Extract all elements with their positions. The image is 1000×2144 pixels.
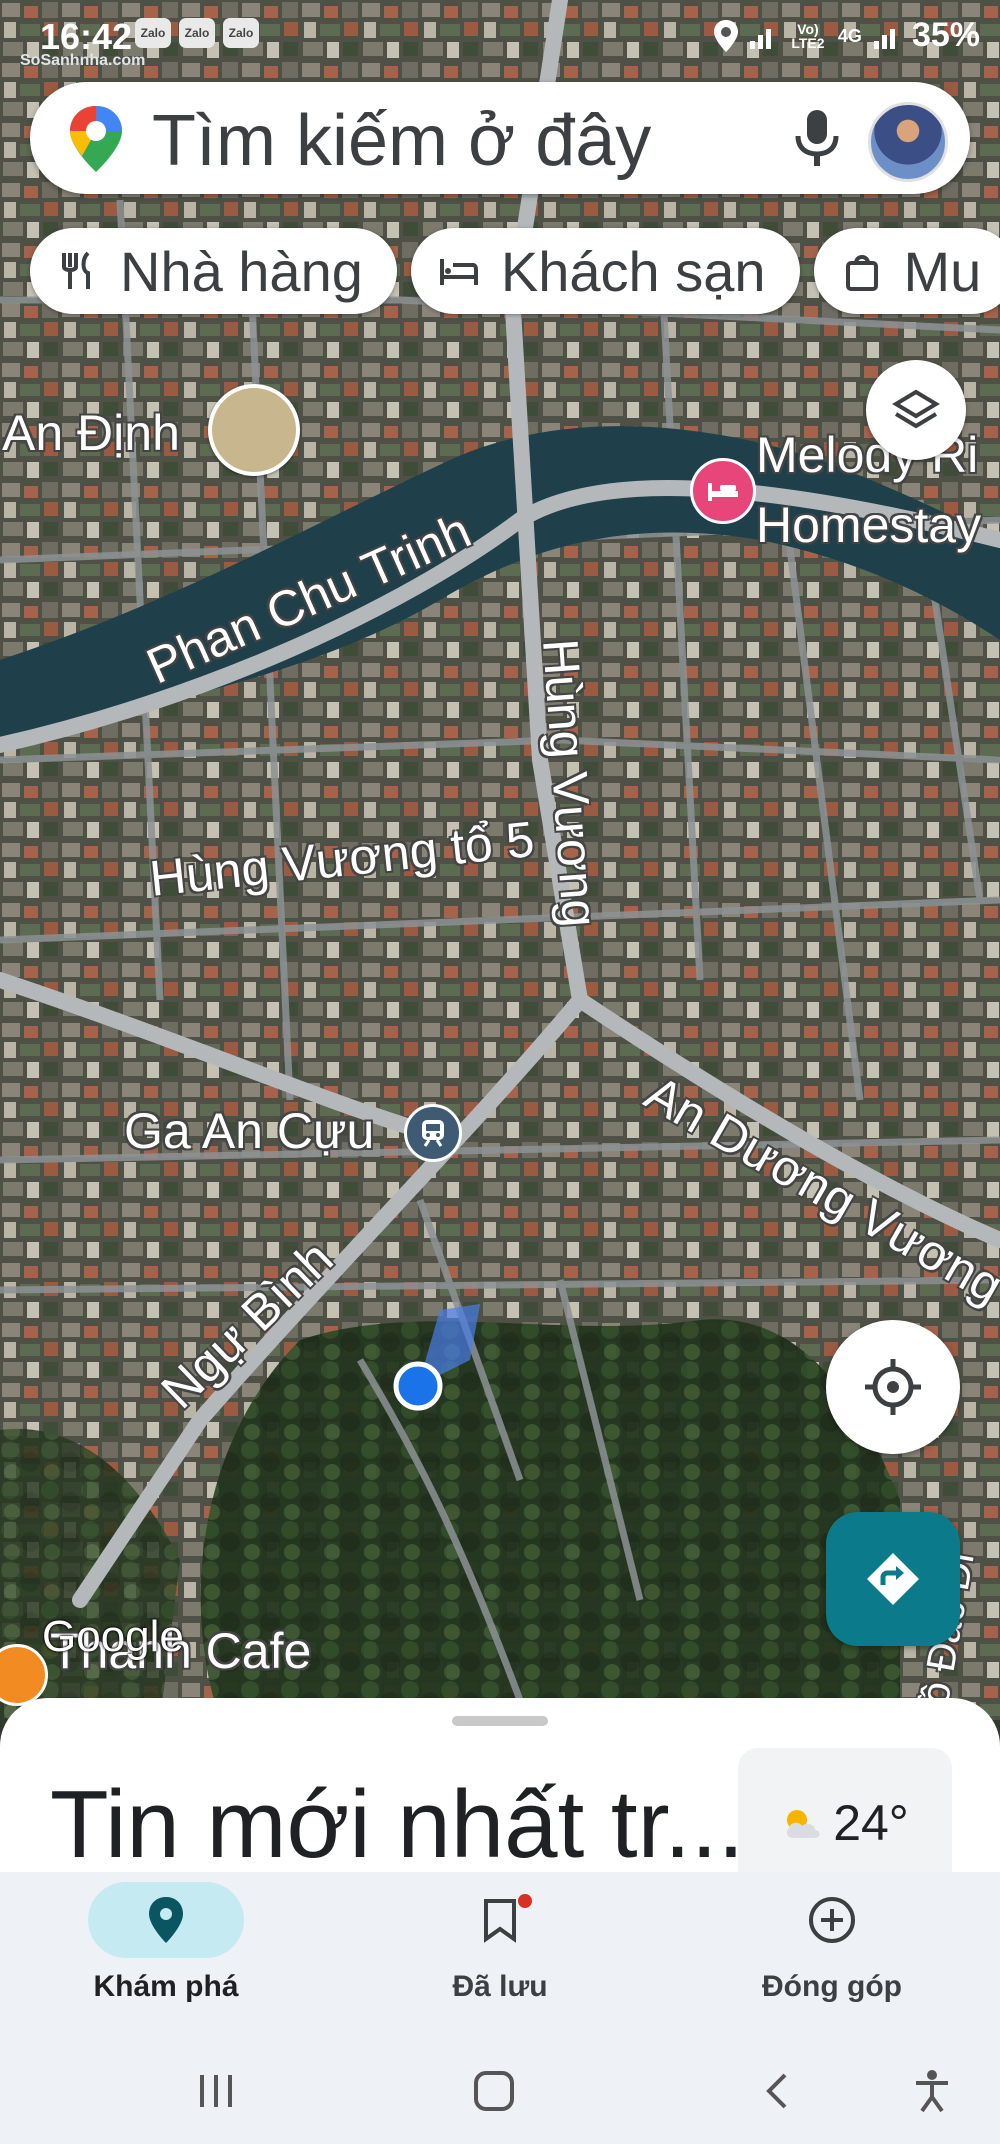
an-dinh-photo-marker[interactable] — [208, 384, 300, 476]
search-input[interactable]: Tìm kiếm ở đây — [152, 100, 651, 182]
layers-icon — [892, 389, 940, 429]
chip-label: Mu — [903, 239, 982, 303]
nav-label: Đóng góp — [762, 1970, 902, 2003]
crosshair-icon — [865, 1359, 921, 1415]
nav-contribute-pill — [754, 1882, 910, 1958]
category-chips: Nhà hàng Khách sạn Mu — [30, 228, 1000, 314]
chip-shopping[interactable]: Mu — [813, 228, 1000, 314]
location-icon — [713, 19, 738, 52]
weather-temperature: 24° — [833, 1795, 909, 1851]
bookmark-icon — [484, 1899, 516, 1943]
partly-cloudy-icon — [787, 1810, 820, 1838]
sheet-drag-handle[interactable] — [452, 1716, 548, 1726]
chip-label: Khách sạn — [500, 239, 766, 303]
add-circle-icon — [809, 1897, 855, 1943]
system-navigation-bar — [0, 2040, 1000, 2144]
chip-label: Nhà hàng — [120, 239, 363, 303]
bed-icon — [439, 259, 478, 285]
layers-button[interactable] — [866, 360, 966, 460]
home-icon[interactable] — [464, 2066, 524, 2116]
hotel-pin-icon[interactable] — [690, 458, 756, 524]
signal-icon-2 — [873, 28, 895, 49]
watermark: SoSanhnha.com — [20, 52, 146, 69]
sheet-title: Tin mới nhất tr... — [50, 1771, 745, 1878]
map-label-homestay-text[interactable]: Homestay — [756, 496, 981, 554]
signal-icon — [749, 28, 771, 49]
search-bar[interactable]: Tìm kiếm ở đây — [30, 82, 970, 194]
current-location-dot — [393, 1361, 443, 1411]
status-right: Vo) LTE2 4G 35% — [713, 16, 980, 55]
fork-knife-icon — [62, 251, 90, 289]
nav-explore[interactable]: Khám phá — [46, 1882, 286, 2004]
nav-contribute[interactable]: Đóng góp — [712, 1882, 952, 2004]
nav-saved-pill — [422, 1882, 578, 1958]
map-label-ga-an-cuu[interactable]: Ga An Cựu — [124, 1102, 374, 1160]
nav-explore-pill — [88, 1882, 244, 1958]
chip-restaurants[interactable]: Nhà hàng — [30, 228, 397, 314]
nav-label: Khám phá — [93, 1970, 239, 2003]
network-label: Vo) LTE2 — [791, 20, 825, 51]
network-type: 4G — [837, 25, 862, 46]
maps-pin-icon — [70, 106, 122, 172]
zalo-icon: Zalo — [135, 18, 171, 48]
directions-icon — [867, 1553, 919, 1605]
nav-saved[interactable]: Đã lưu — [380, 1882, 620, 2004]
notification-dot — [518, 1894, 532, 1908]
mic-icon[interactable] — [790, 108, 844, 168]
map-label-an-dinh[interactable]: An Định — [2, 404, 180, 462]
accessibility-icon[interactable] — [902, 2066, 962, 2116]
recents-icon[interactable] — [186, 2066, 246, 2116]
train-station-icon[interactable] — [404, 1104, 462, 1162]
directions-button[interactable] — [826, 1512, 960, 1646]
back-icon[interactable] — [746, 2066, 806, 2116]
zalo-icon: Zalo — [223, 18, 259, 48]
avatar[interactable] — [868, 102, 948, 182]
explore-sheet[interactable]: Tin mới nhất tr... 24° — [0, 1698, 1000, 1898]
nav-label: Đã lưu — [452, 1970, 548, 2003]
my-location-button[interactable] — [826, 1320, 960, 1454]
chip-hotels[interactable]: Khách sạn — [410, 228, 800, 314]
google-watermark: Google — [42, 1612, 184, 1661]
explore-pin-icon — [149, 1897, 183, 1943]
notification-icons: Zalo Zalo Zalo — [135, 18, 259, 48]
shopping-bag-icon — [845, 255, 878, 291]
battery-percent: 35% — [911, 16, 980, 54]
status-bar: 16:42 Zalo Zalo Zalo SoSanhnha.com Vo) L… — [0, 0, 1000, 76]
zalo-icon: Zalo — [179, 18, 215, 48]
